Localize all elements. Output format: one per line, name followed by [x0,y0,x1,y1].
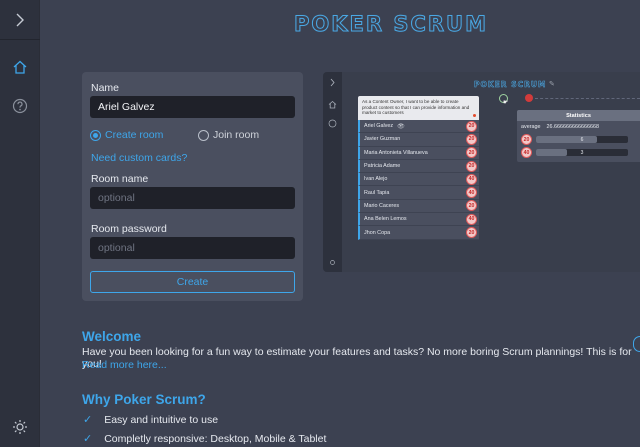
statistic-row: 40 3 [521,147,628,158]
vote-badge: 20 [466,133,477,145]
sun-icon [330,260,335,265]
player-name: Patricia Adame [364,163,401,170]
nav-home-button[interactable] [0,50,40,84]
create-room-radio[interactable]: Create room [90,129,163,141]
vote-badge: 20 [466,147,477,159]
vote-badge: 40 [466,187,477,199]
vote-count: 3 [580,149,584,156]
help-circle-icon [328,119,337,128]
chevron-right-icon [16,13,24,26]
feature-text: Easy and intuitive to use [104,413,219,426]
read-more-link[interactable]: Read more here... [82,359,167,371]
vote-badge: 20 [466,227,477,239]
nav-help-button[interactable] [0,89,40,123]
side-nav [0,0,40,447]
pointer-icon: ☛ [503,100,509,106]
chevron-right-icon [330,78,335,87]
player-name: Ana Belen Lemos [364,216,407,223]
reset-icon [525,94,533,102]
preview-title: POKER SCRUM [474,80,547,90]
vote-count-bar: 6 [536,136,628,143]
room-password-label: Room password [91,223,167,235]
player-name: Jhon Copa [364,229,391,236]
app-title: POKER SCRUM [294,12,488,37]
radio-indicator [198,129,209,141]
pencil-icon: ✎ [549,81,555,88]
name-input[interactable] [90,96,295,118]
room-name-label: Room name [91,173,149,185]
room-form-card: Name Create room Join room Need custom c… [82,72,303,301]
player-row: Patricia Adame 20 [358,159,479,174]
alert-dot-icon [473,114,476,117]
join-room-label: Join room [213,129,260,141]
vote-count: 6 [580,136,584,143]
average-row: average 26.666666666666668 [521,124,599,130]
player-row: Jhon Copa 20 [358,226,479,240]
create-room-label: Create room [105,129,164,141]
feature-item: ✓ Completly responsive: Desktop, Mobile … [83,432,327,446]
player-name-wrap: Ariel Galvez 👁 [364,123,405,130]
vote-badge: 40 [466,213,477,225]
name-label: Name [91,82,120,94]
statistics-panel: Statistics average 26.666666666666668 20 6… [517,110,640,162]
player-row: Javier Guzman 20 [358,133,479,147]
theme-toggle-button[interactable] [0,410,40,444]
vote-count-bar: 3 [536,149,628,156]
average-value: 26.666666666666668 [546,124,599,130]
vote-badge: 20 [466,160,477,172]
player-name: Javier Guzman [364,136,401,143]
sun-icon [13,420,27,434]
card-badge: 40 [521,147,532,158]
divider [535,98,640,99]
home-icon [328,100,337,109]
player-name: Ivan Alejo [364,176,388,183]
home-icon [13,60,27,74]
expand-nav-button[interactable] [0,0,40,40]
feature-text: Completly responsive: Desktop, Mobile & … [104,432,327,445]
radio-indicator [90,129,101,141]
help-circle-icon [12,98,28,114]
player-row: Ivan Alejo 40 [358,173,479,187]
statistic-row: 20 6 [521,134,628,145]
vote-badge: 20 [466,120,477,132]
story-text: As a Content Owner, I want to be able to… [362,99,470,116]
check-icon: ✓ [83,414,93,426]
room-name-input[interactable] [90,187,295,209]
player-row: Mario Caceres 20 [358,199,479,214]
welcome-heading: Welcome [82,329,142,344]
eye-icon: 👁 [397,123,405,130]
player-row: Maria Antonieta Villanueva 20 [358,146,479,160]
preview-side-nav [323,72,342,272]
player-row: Ariel Galvez 👁 20 [358,120,479,134]
vote-badge: 40 [466,173,477,185]
player-list: Ariel Galvez 👁 20 Javier Guzman 20 Maria Anto… [358,120,479,240]
join-room-radio[interactable]: Join room [198,129,259,141]
player-name: Raul Tapia [364,189,390,196]
average-label: average [521,124,541,130]
app-preview: POKER SCRUM ✎ ☛ As a Content Owner, I wa… [323,72,640,272]
story-card: As a Content Owner, I want to be able to… [358,96,479,120]
player-name: Mario Caceres [364,202,400,209]
vote-badge: 20 [466,200,477,212]
statistics-title: Statistics [517,110,640,121]
room-password-input[interactable] [90,237,295,259]
player-name: Maria Antonieta Villanueva [364,149,428,156]
player-row: Raul Tapia 40 [358,186,479,200]
custom-cards-link[interactable]: Need custom cards? [91,152,187,164]
partial-arc-icon [633,336,640,352]
why-heading: Why Poker Scrum? [82,392,206,407]
player-row: Ana Belen Lemos 40 [358,213,479,227]
check-icon: ✓ [83,433,93,445]
create-button[interactable]: Create [90,271,295,293]
card-badge: 20 [521,134,532,145]
feature-item: ✓ Easy and intuitive to use [83,413,219,427]
player-name: Ariel Galvez [364,123,394,130]
